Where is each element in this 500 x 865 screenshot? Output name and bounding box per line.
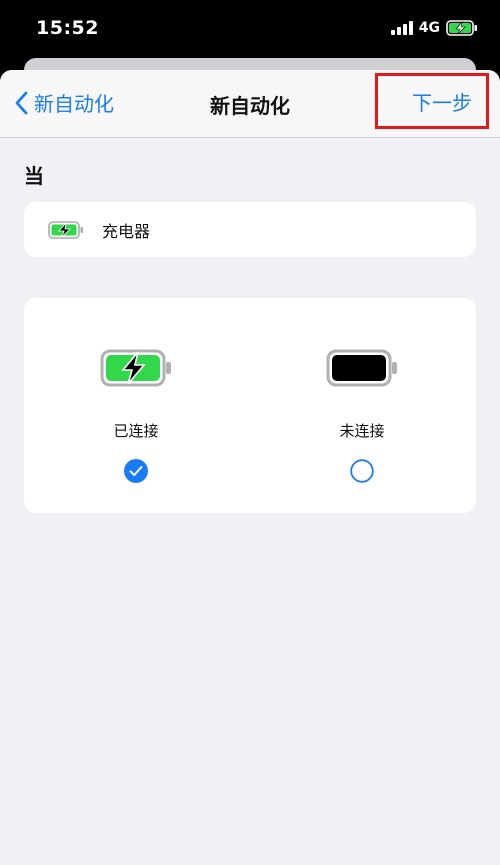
status-time: 15:52	[36, 17, 99, 39]
battery-charging-icon	[48, 220, 84, 239]
status-indicators: 4G	[390, 20, 478, 36]
trigger-card[interactable]: 充电器	[24, 202, 476, 257]
option-label: 已连接	[113, 422, 159, 440]
checkmark-icon[interactable]	[124, 459, 148, 487]
next-button[interactable]: 下一步	[375, 73, 489, 129]
option-connected[interactable]: 已连接	[66, 348, 206, 487]
automation-sheet: 新自动化 新自动化 下一步 当 充电器 已连接 未连接	[0, 70, 500, 865]
network-type: 4G	[418, 20, 440, 36]
battery-charging-icon	[100, 348, 172, 388]
status-bar: 15:52 4G	[0, 0, 500, 60]
option-label: 未连接	[339, 422, 385, 440]
connection-options: 已连接 未连接	[24, 298, 476, 513]
navigation-bar: 新自动化 新自动化 下一步	[0, 70, 500, 138]
section-label: 当	[24, 164, 44, 188]
battery-full-icon	[326, 348, 398, 388]
next-button-label: 下一步	[412, 90, 472, 115]
battery-charging-icon	[446, 20, 477, 36]
radio-empty-icon[interactable]	[350, 459, 374, 487]
option-disconnected[interactable]: 未连接	[292, 348, 432, 487]
signal-icon	[390, 21, 413, 35]
trigger-label: 充电器	[102, 221, 151, 241]
